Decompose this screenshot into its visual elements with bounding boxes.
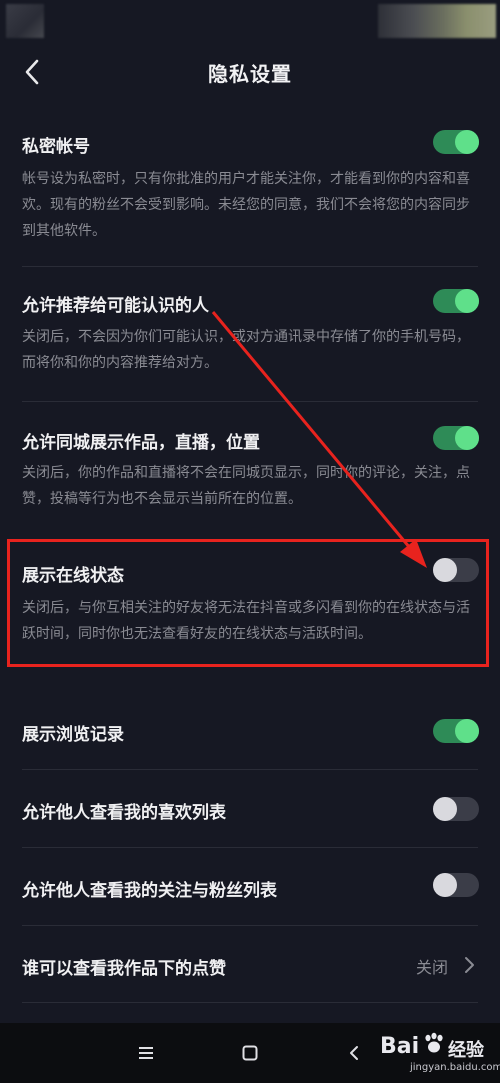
divider — [22, 266, 478, 267]
home-square-icon — [242, 1045, 258, 1061]
setting-desc: 关闭后，与你互相关注的好友将无法在抖音或多闪看到你的在线状态与活跃时间，同时你也… — [22, 600, 470, 642]
watermark-brand: Bai — [380, 1034, 420, 1059]
setting-title: 谁可以查看我作品下的点赞 — [22, 959, 226, 979]
setting-title: 允许同城展示作品，直播，位置 — [22, 433, 260, 453]
watermark-jingyan: 经验 — [448, 1040, 484, 1061]
setting-title: 展示在线状态 — [22, 566, 124, 586]
setting-likes-list: 允许他人查看我的喜欢列表 — [0, 778, 500, 840]
home-button[interactable] — [234, 1037, 266, 1069]
setting-desc: 关闭后，你的作品和直播将不会在同城页显示，同时你的评论，关注，点赞，投稿等行为也… — [22, 465, 470, 507]
baidu-watermark: Bai 经验 jingyan.baidu.com — [380, 1030, 500, 1080]
setting-title: 允许他人查看我的喜欢列表 — [22, 803, 226, 823]
setting-title: 允许他人查看我的关注与粉丝列表 — [22, 881, 277, 901]
toggle-knob — [433, 558, 457, 582]
setting-who-can-see-likes[interactable]: 谁可以查看我作品下的点赞 关闭 — [0, 934, 500, 996]
setting-private-account: 私密帐号 帐号设为私密时，只有你批准的用户才能关注你，才能看到你的内容和喜欢。现… — [0, 116, 500, 266]
page-title: 隐私设置 — [208, 62, 292, 86]
back-triangle-icon — [350, 1046, 358, 1060]
status-right-blurred — [378, 4, 496, 38]
divider — [22, 769, 478, 770]
setting-online-status: 展示在线状态 关闭后，与你互相关注的好友将无法在抖音或多闪看到你的在线状态与活跃… — [0, 545, 500, 665]
browse-history-toggle[interactable] — [433, 719, 479, 743]
menu-button[interactable] — [130, 1037, 162, 1069]
toggle-knob — [455, 289, 479, 313]
online-status-toggle[interactable] — [433, 558, 479, 582]
status-bar — [0, 0, 500, 46]
same-city-toggle[interactable] — [433, 426, 479, 450]
setting-desc: 帐号设为私密时，只有你批准的用户才能关注你，才能看到你的内容和喜欢。现有的粉丝不… — [22, 171, 470, 239]
setting-recommend-to-acquaintances: 允许推荐给可能认识的人 关闭后，不会因为你们可能认识，或对方通讯录中存储了你的手… — [0, 275, 500, 400]
chevron-right-icon — [465, 957, 474, 973]
menu-icon — [139, 1047, 153, 1059]
toggle-knob — [433, 873, 457, 897]
divider — [22, 401, 478, 402]
toggle-knob — [455, 130, 479, 154]
setting-value: 关闭 — [416, 958, 449, 977]
divider — [22, 925, 478, 926]
divider — [22, 847, 478, 848]
private-account-toggle[interactable] — [433, 130, 479, 154]
recommend-toggle[interactable] — [433, 289, 479, 313]
setting-desc: 关闭后，不会因为你们可能认识，或对方通讯录中存储了你的手机号码，而将你和你的内容… — [22, 329, 470, 371]
setting-title: 私密帐号 — [22, 137, 90, 157]
divider — [22, 1002, 478, 1003]
follow-fans-toggle[interactable] — [433, 873, 479, 897]
setting-same-city-display: 允许同城展示作品，直播，位置 关闭后，你的作品和直播将不会在同城页显示，同时你的… — [0, 410, 500, 535]
likes-list-toggle[interactable] — [433, 797, 479, 821]
toggle-knob — [455, 426, 479, 450]
toggle-knob — [433, 797, 457, 821]
setting-title: 允许推荐给可能认识的人 — [22, 296, 209, 316]
paw-icon — [425, 1032, 443, 1053]
setting-title: 展示浏览记录 — [22, 725, 124, 745]
status-left-blurred — [6, 4, 44, 38]
setting-follow-fans-list: 允许他人查看我的关注与粉丝列表 — [0, 856, 500, 918]
nav-back-button[interactable] — [338, 1037, 370, 1069]
header: 隐私设置 — [0, 46, 500, 98]
watermark-url: jingyan.baidu.com — [410, 1062, 500, 1073]
toggle-knob — [455, 719, 479, 743]
setting-browse-history: 展示浏览记录 — [0, 700, 500, 760]
